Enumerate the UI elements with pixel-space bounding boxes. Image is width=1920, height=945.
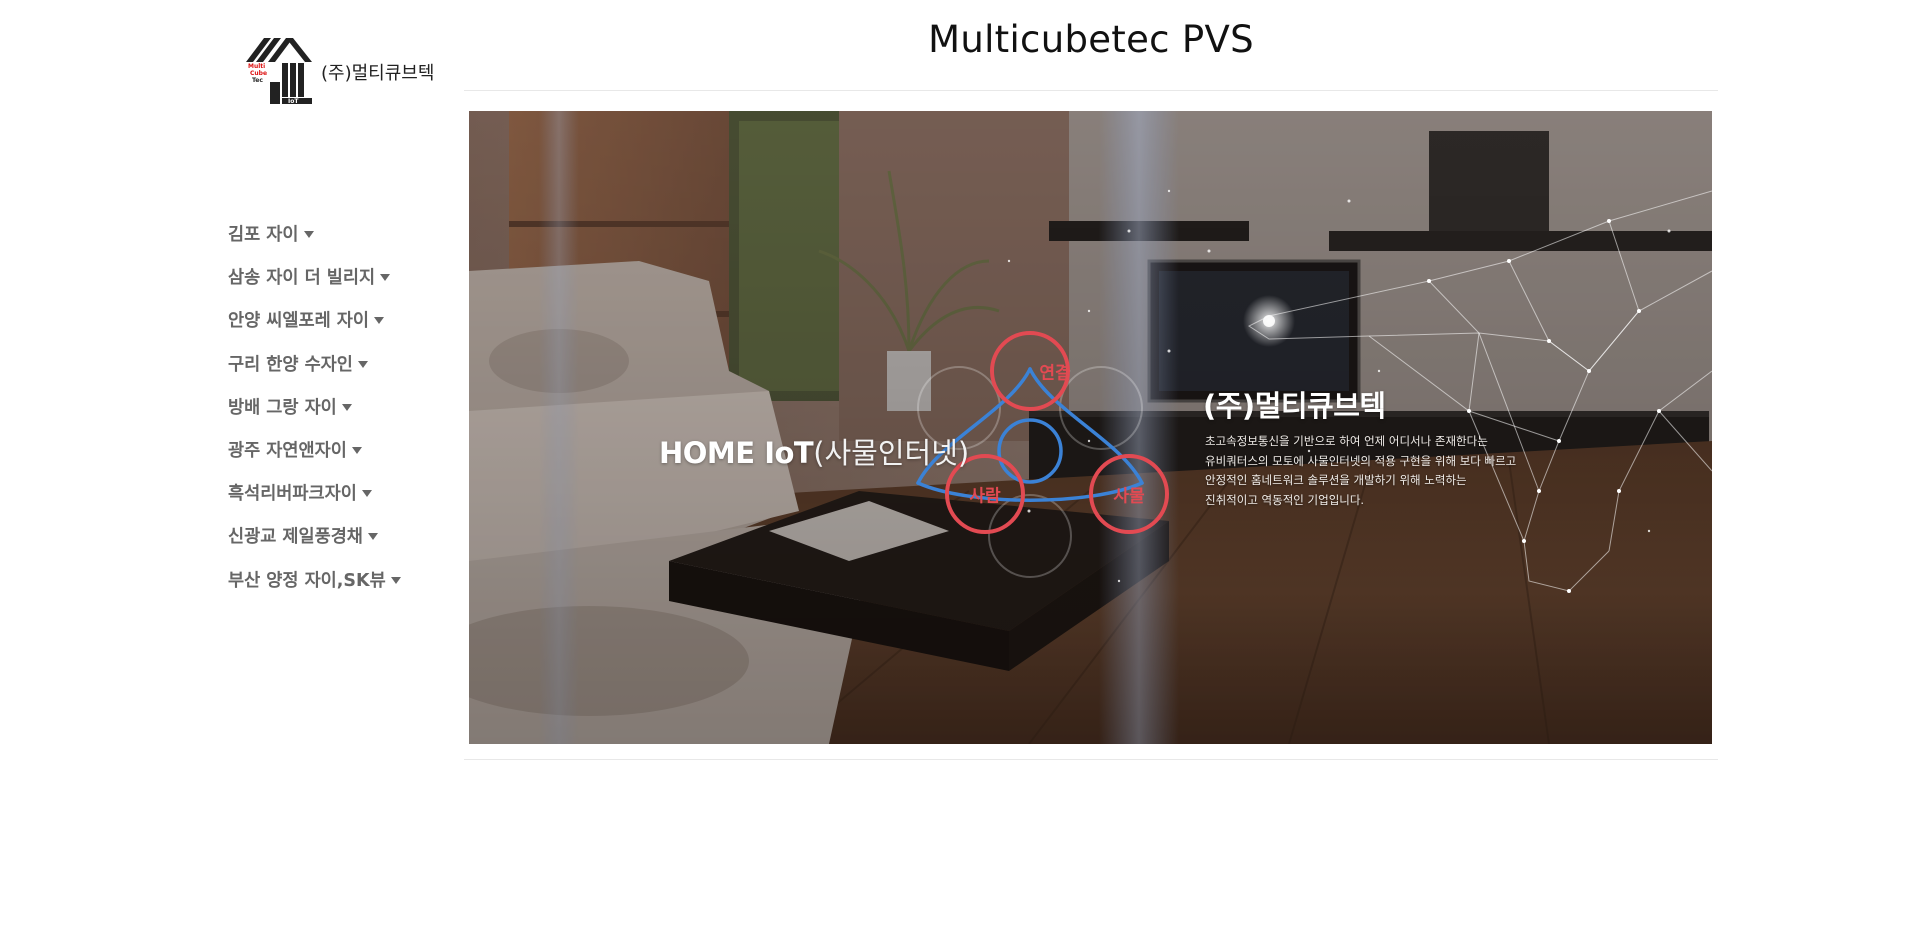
logo-mark-text-3: Tec	[252, 77, 263, 84]
footer-divider	[464, 759, 1718, 760]
logo-mark-text-4: IoT	[288, 98, 299, 105]
sidebar-item-label: 부산 양정 자이,SK뷰	[228, 570, 386, 591]
caret-down-icon	[361, 490, 372, 498]
sidebar-item-label: 안양 씨엘포레 자이	[228, 311, 369, 332]
corp-desc-line: 유비쿼터스의 모토에 사물인터넷의 적용 구현을 위해 보다 빠르고	[1205, 453, 1517, 468]
sidebar-item-label: 방배 그랑 자이	[228, 397, 337, 418]
diagram-node-left: 사람	[969, 486, 1001, 507]
corp-description: 초고속정보통신을 기반으로 하여 언제 어디서나 존재한다는 유비쿼터스의 모토…	[1205, 432, 1516, 510]
hero-banner: 연결 사람 사물 HOME IoT(사물인터넷) (주)멀티큐브텍 초고속정보통…	[469, 111, 1712, 744]
sidebar-item-label: 삼송 자이 더 빌리지	[228, 268, 376, 289]
sidebar-item-busan-yangjeong[interactable]: 부산 양정 자이,SK뷰	[228, 558, 401, 601]
caret-down-icon	[303, 231, 314, 239]
caret-down-icon	[380, 274, 391, 282]
site-title: Multicubetec PVS	[928, 18, 1254, 61]
logo-mark-text-1: Multi	[248, 63, 265, 70]
sidebar-item-heukseok-xi[interactable]: 흑석리버파크자이	[228, 471, 401, 514]
company-name: (주)멀티큐브텍	[321, 63, 435, 84]
corp-desc-line: 초고속정보통신을 기반으로 하여 언제 어디서나 존재한다는	[1205, 434, 1488, 448]
sidebar-item-singwanggyo[interactable]: 신광교 제일풍경채	[228, 514, 401, 557]
diagram-node-right: 사물	[1113, 486, 1145, 507]
sidebar-item-label: 신광교 제일풍경채	[228, 527, 363, 548]
corp-desc-line: 진취적이고 역동적인 기업입니다.	[1205, 492, 1365, 507]
caret-down-icon	[351, 447, 362, 455]
diagram-node-top: 연결	[1039, 363, 1071, 384]
corp-heading: (주)멀티큐브텍	[1203, 389, 1386, 423]
header-divider	[464, 90, 1718, 91]
sidebar-item-anyang-xi[interactable]: 안양 씨엘포레 자이	[228, 298, 401, 341]
sidebar-item-guri-hanyang[interactable]: 구리 한양 수자인	[228, 342, 401, 385]
sidebar-item-gimpo-xi[interactable]: 김포 자이	[228, 212, 401, 255]
sidebar-nav: 김포 자이 삼송 자이 더 빌리지 안양 씨엘포레 자이 구리 한양 수자인 방…	[228, 212, 401, 601]
caret-down-icon	[341, 403, 352, 411]
caret-down-icon	[367, 533, 378, 541]
logo-mark: Multi Cube Tec IoT	[246, 38, 312, 105]
home-iot-heading: HOME IoT(사물인터넷)	[659, 430, 969, 472]
banner-illustration	[469, 111, 1712, 744]
sidebar-item-label: 김포 자이	[228, 225, 299, 246]
logo-link[interactable]: Multi Cube Tec IoT (주)멀티큐브텍	[244, 36, 434, 106]
sidebar-item-label: 광주 자연앤자이	[228, 441, 347, 462]
logo-mark-text-2: Cube	[250, 70, 267, 77]
caret-down-icon	[357, 360, 368, 368]
home-iot-light: (사물인터넷)	[813, 436, 970, 470]
sidebar-item-label: 흑석리버파크자이	[228, 484, 357, 505]
sidebar-item-bangbae-xi[interactable]: 방배 그랑 자이	[228, 385, 401, 428]
sidebar-item-gwangju-xi[interactable]: 광주 자연앤자이	[228, 428, 401, 471]
home-iot-strong: HOME IoT	[659, 436, 814, 470]
sidebar-item-label: 구리 한양 수자인	[228, 354, 353, 375]
caret-down-icon	[390, 576, 401, 584]
caret-down-icon	[374, 317, 384, 325]
page: Multi Cube Tec IoT (주)멀티큐브텍 김포 자이 삼송 자이 …	[0, 0, 1920, 945]
corp-desc-line: 안정적인 홈네트워크 솔루션을 개발하기 위해 노력하는	[1205, 473, 1467, 487]
sidebar-item-samsong-xi[interactable]: 삼송 자이 더 빌리지	[228, 255, 401, 298]
